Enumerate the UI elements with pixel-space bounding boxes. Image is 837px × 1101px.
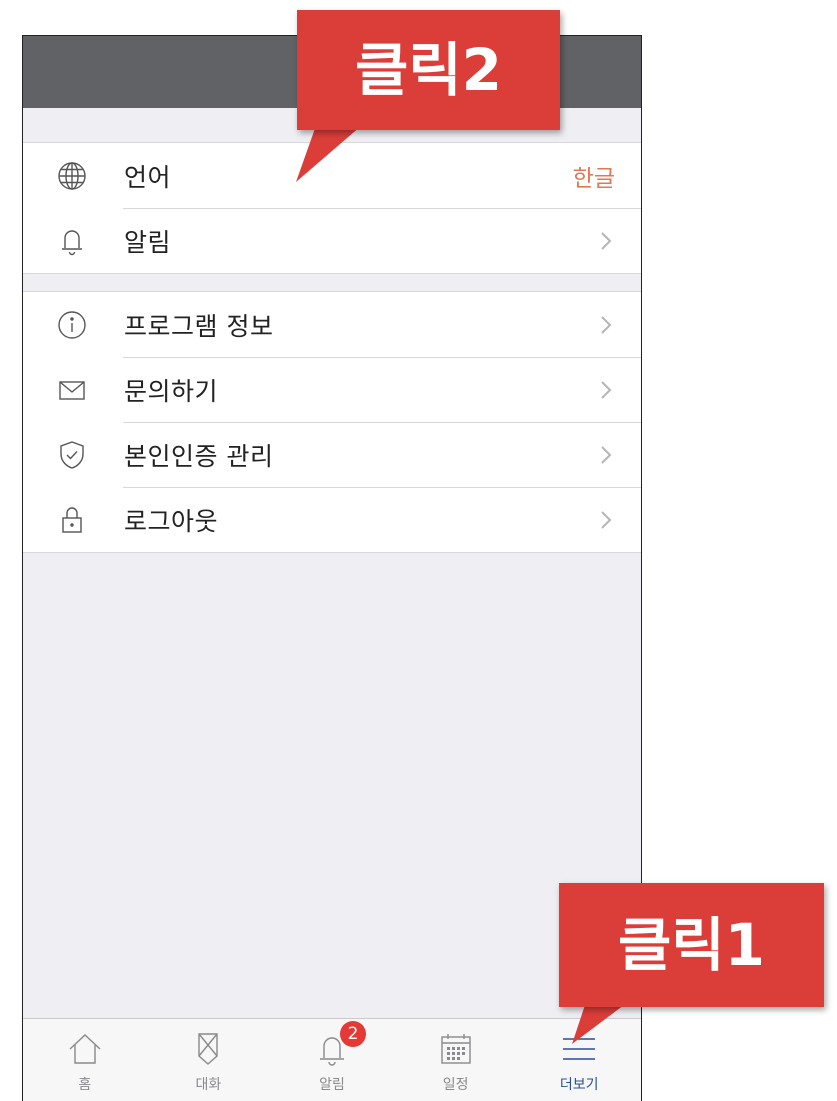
row-label: 언어 <box>124 162 172 192</box>
tab-label: 홈 <box>78 1077 92 1093</box>
info-icon <box>55 308 89 342</box>
settings-row-program-info[interactable]: 프로그램 정보 <box>23 292 641 357</box>
tab-chat[interactable]: 대화 <box>147 1019 271 1101</box>
globe-icon <box>55 159 89 193</box>
callout-click2: 클릭2 <box>297 10 560 130</box>
tab-calendar[interactable]: 일정 <box>394 1019 518 1101</box>
chevron-right-icon <box>599 379 613 401</box>
chat-icon <box>188 1029 228 1069</box>
chevron-right-icon <box>599 444 613 466</box>
chevron-right-icon <box>599 509 613 531</box>
bottom-tab-bar: 홈 대화 2 알림 일정 더보기 <box>23 1018 641 1101</box>
row-label: 프로그램 정보 <box>124 311 274 341</box>
tab-label: 알림 <box>319 1077 345 1093</box>
tab-label: 일정 <box>442 1077 469 1093</box>
settings-row-notifications[interactable]: 알림 <box>23 208 641 273</box>
row-label: 알림 <box>124 227 172 257</box>
row-label: 문의하기 <box>124 376 219 406</box>
callout-click1: 클릭1 <box>559 883 824 1007</box>
chevron-right-icon <box>599 230 613 252</box>
settings-row-verification[interactable]: 본인인증 관리 <box>23 422 641 487</box>
tab-home[interactable]: 홈 <box>23 1019 147 1101</box>
bell-icon <box>55 224 89 258</box>
home-icon <box>65 1029 105 1069</box>
calendar-icon <box>436 1029 476 1069</box>
row-label: 본인인증 관리 <box>124 441 274 471</box>
mail-icon <box>55 373 89 407</box>
tab-label: 대화 <box>195 1077 222 1093</box>
lock-icon <box>55 503 89 537</box>
row-label: 로그아웃 <box>124 506 219 536</box>
settings-group-account: 프로그램 정보 문의하기 본인인증 관리 로그아웃 <box>23 291 641 553</box>
notification-badge: 2 <box>339 1021 366 1047</box>
callout-pointer-2 <box>296 120 368 182</box>
chevron-right-icon <box>599 314 613 336</box>
settings-row-logout[interactable]: 로그아웃 <box>23 487 641 552</box>
shield-check-icon <box>55 438 89 472</box>
tab-notifications[interactable]: 2 알림 <box>270 1019 394 1101</box>
phone-screen: 언어 한글 알림 프로그램 정보 문의하기 본인인증 관리 로그아웃 홈 대화 … <box>22 35 642 1101</box>
tab-label: 더보기 <box>559 1077 599 1093</box>
language-value: 한글 <box>572 165 615 192</box>
settings-row-inquiry[interactable]: 문의하기 <box>23 357 641 422</box>
